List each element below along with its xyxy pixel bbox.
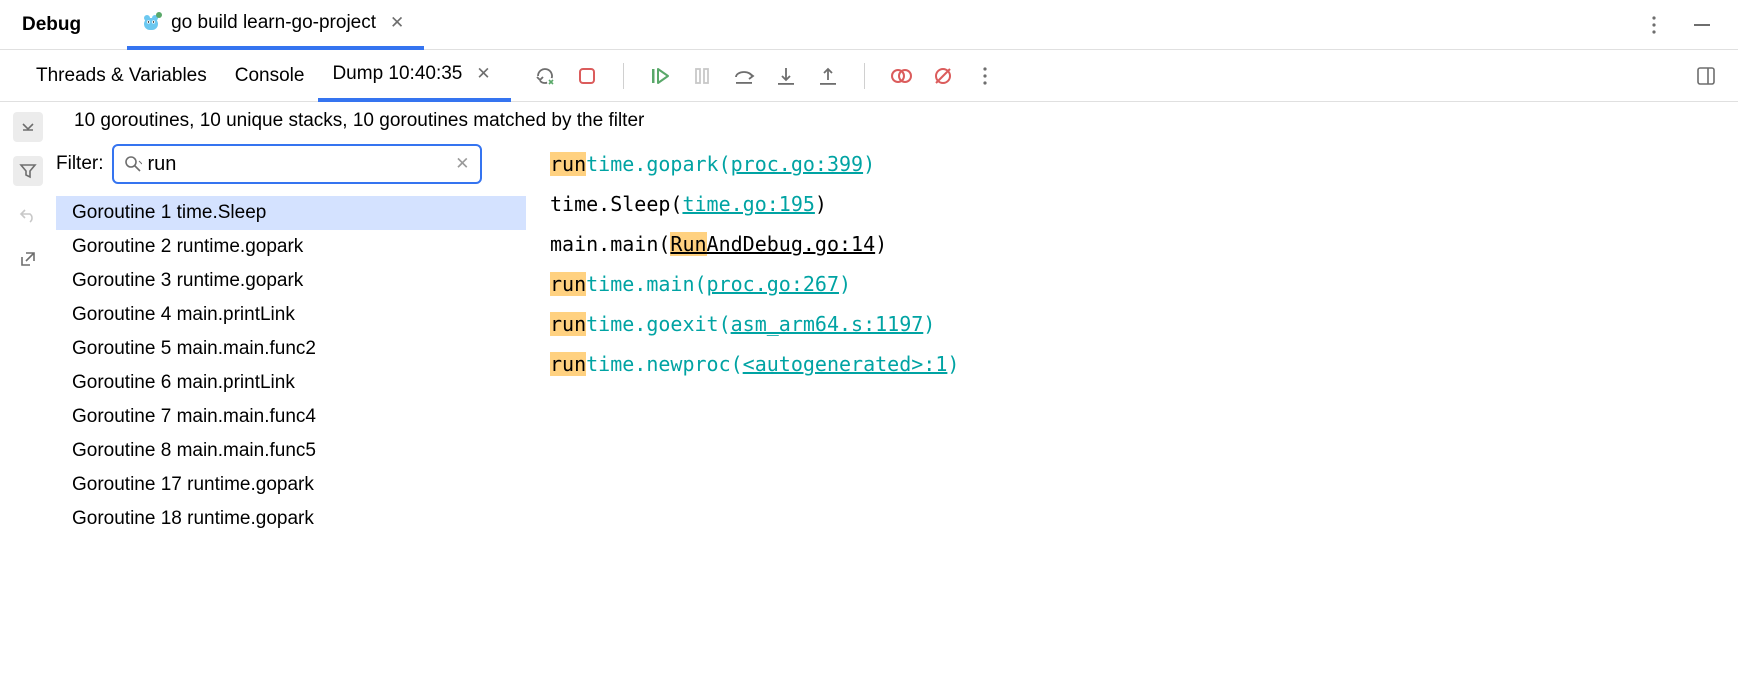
resume-icon[interactable]	[648, 64, 672, 88]
filter-input-box[interactable]: ✕	[112, 144, 482, 184]
source-link[interactable]: AndDebug.go:14	[707, 232, 876, 256]
stack-frame: runtime.goexit(asm_arm64.s:1197)	[550, 304, 959, 344]
step-into-icon[interactable]	[774, 64, 798, 88]
stack-frame: runtime.main(proc.go:267)	[550, 264, 959, 304]
call-text: )	[839, 272, 851, 296]
close-icon[interactable]: ✕	[384, 13, 410, 33]
separator	[864, 63, 865, 89]
highlight: run	[550, 352, 586, 376]
goroutine-panel: Filter: ✕ Goroutine 1 time.Sleep Gorouti…	[56, 140, 526, 684]
list-item[interactable]: Goroutine 8 main.main.func5	[56, 434, 526, 468]
call-text: time.main(	[586, 272, 706, 296]
expand-collapse-icon[interactable]	[13, 112, 43, 142]
list-item[interactable]: Goroutine 2 runtime.gopark	[56, 230, 526, 264]
call-text: )	[947, 352, 959, 376]
highlight[interactable]: Run	[670, 232, 706, 256]
call-text: main.main(	[550, 232, 670, 256]
layout-icon[interactable]	[1694, 64, 1718, 88]
source-link[interactable]: asm_arm64.s:1197	[731, 312, 924, 336]
content-area: 10 goroutines, 10 unique stacks, 10 goro…	[0, 102, 1738, 684]
stack-frame: main.main(RunAndDebug.go:14)	[550, 224, 959, 264]
close-icon[interactable]: ✕	[470, 64, 496, 84]
tab-threads[interactable]: Threads & Variables	[22, 50, 221, 102]
filter-label: Filter:	[56, 153, 104, 175]
tab-console[interactable]: Console	[221, 50, 319, 102]
gopher-icon	[141, 12, 163, 34]
step-out-icon[interactable]	[816, 64, 840, 88]
list-item[interactable]: Goroutine 17 runtime.gopark	[56, 468, 526, 502]
clear-icon[interactable]: ✕	[455, 154, 469, 174]
rerun-icon[interactable]	[533, 64, 557, 88]
open-external-icon[interactable]	[13, 244, 43, 274]
call-text: )	[863, 152, 875, 176]
stack-frame: time.Sleep(time.go:195)	[550, 184, 959, 224]
undo-icon[interactable]	[13, 200, 43, 230]
call-text: time.Sleep(	[550, 192, 682, 216]
step-over-icon[interactable]	[732, 64, 756, 88]
call-text: )	[815, 192, 827, 216]
source-link[interactable]: proc.go:267	[707, 272, 839, 296]
tab-dump[interactable]: Dump 10:40:35✕	[318, 50, 510, 102]
stop-icon[interactable]	[575, 64, 599, 88]
call-text: time.gopark(	[586, 152, 731, 176]
list-item[interactable]: Goroutine 1 time.Sleep	[56, 196, 526, 230]
source-link[interactable]: time.go:195	[682, 192, 814, 216]
call-text: )	[923, 312, 935, 336]
filter-icon[interactable]	[13, 156, 43, 186]
call-text: time.newproc(	[586, 352, 743, 376]
list-item[interactable]: Goroutine 18 runtime.gopark	[56, 502, 526, 536]
more-icon[interactable]	[1644, 15, 1664, 35]
stack-frame: runtime.newproc(<autogenerated>:1)	[550, 344, 959, 384]
view-breakpoints-icon[interactable]	[889, 64, 913, 88]
search-icon	[124, 155, 142, 173]
minimize-icon[interactable]	[1692, 15, 1712, 35]
panel-title: Debug	[12, 14, 91, 36]
list-item[interactable]: Goroutine 7 main.main.func4	[56, 400, 526, 434]
debug-toolbar: Threads & Variables Console Dump 10:40:3…	[0, 50, 1738, 102]
mute-breakpoints-icon[interactable]	[931, 64, 955, 88]
call-text: time.goexit(	[586, 312, 731, 336]
separator	[623, 63, 624, 89]
filter-input[interactable]	[148, 153, 456, 176]
left-gutter	[0, 102, 56, 684]
goroutine-summary: 10 goroutines, 10 unique stacks, 10 goro…	[56, 102, 1738, 140]
list-item[interactable]: Goroutine 6 main.printLink	[56, 366, 526, 400]
highlight: run	[550, 272, 586, 296]
run-config-label: go build learn-go-project	[171, 12, 376, 34]
stack-trace: runtime.gopark(proc.go:399)time.Sleep(ti…	[526, 140, 959, 684]
list-item[interactable]: Goroutine 5 main.main.func2	[56, 332, 526, 366]
stack-frame: runtime.gopark(proc.go:399)	[550, 144, 959, 184]
highlight: run	[550, 312, 586, 336]
highlight: run	[550, 152, 586, 176]
pause-icon[interactable]	[690, 64, 714, 88]
source-link[interactable]: <autogenerated>:1	[743, 352, 948, 376]
run-config-tab[interactable]: go build learn-go-project ✕	[127, 0, 424, 50]
call-text: )	[875, 232, 887, 256]
more-icon[interactable]	[973, 64, 997, 88]
list-item[interactable]: Goroutine 4 main.printLink	[56, 298, 526, 332]
debug-header: Debug go build learn-go-project ✕	[0, 0, 1738, 50]
goroutine-list: Goroutine 1 time.Sleep Goroutine 2 runti…	[56, 196, 526, 536]
list-item[interactable]: Goroutine 3 runtime.gopark	[56, 264, 526, 298]
source-link[interactable]: proc.go:399	[731, 152, 863, 176]
